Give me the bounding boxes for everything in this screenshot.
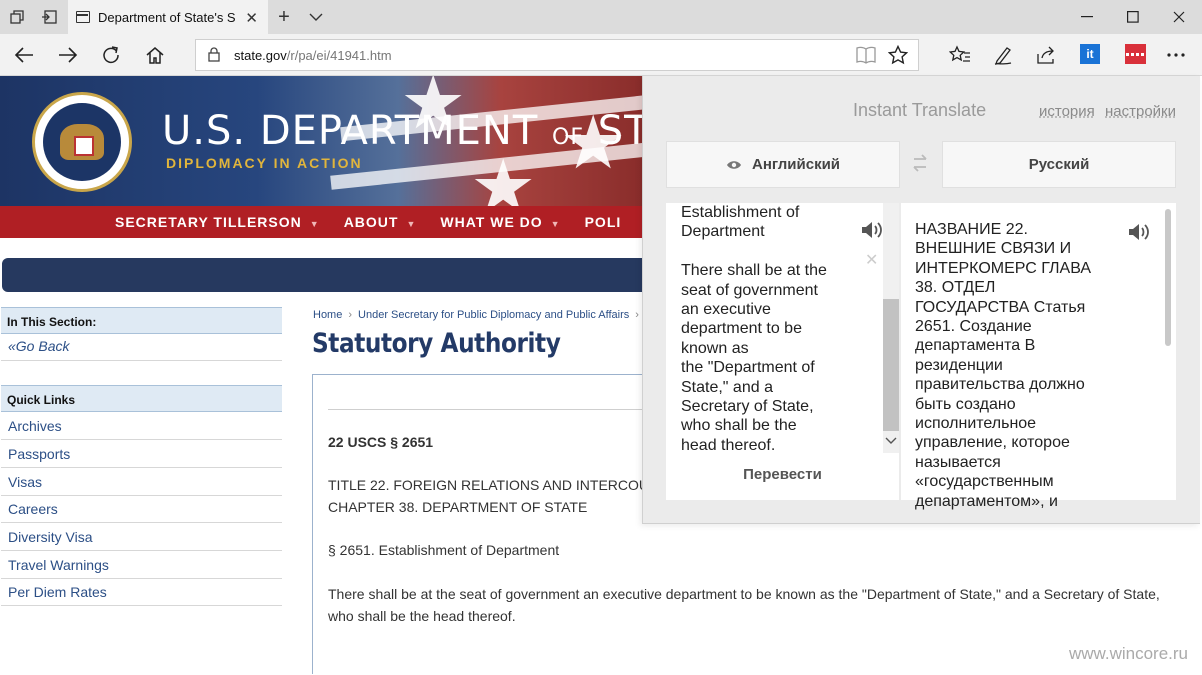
nav-secretary[interactable]: SECRETARY TILLERSON ▼ bbox=[115, 214, 320, 230]
address-bar[interactable]: state.gov/r/pa/ei/41941.htm bbox=[195, 39, 919, 71]
chapter-line: CHAPTER 38. DEPARTMENT OF STATE bbox=[328, 499, 588, 515]
address-path: /r/pa/ei/41941.htm bbox=[286, 47, 392, 63]
page-icon bbox=[76, 11, 90, 23]
site-title-of: OF bbox=[552, 125, 584, 150]
tab-title: Department of State's S bbox=[98, 9, 236, 25]
source-language-label: Английский bbox=[751, 156, 841, 173]
flag-star: ★ bbox=[470, 145, 537, 207]
quick-link-travel-warnings[interactable]: Travel Warnings bbox=[1, 551, 282, 579]
breadcrumb-home[interactable]: Home bbox=[313, 309, 342, 321]
section-heading: In This Section: bbox=[1, 307, 282, 334]
translation-scrollbar[interactable] bbox=[1165, 209, 1171, 346]
body-text-line: There shall be at the seat of government… bbox=[328, 586, 1160, 602]
title-line: TITLE 22. FOREIGN RELATIONS AND INTERCOU… bbox=[328, 477, 669, 493]
watermark: www.wincore.ru bbox=[1068, 644, 1188, 663]
site-title-main: U.S. DEPARTMENT bbox=[162, 108, 539, 154]
section-line: § 2651. Establishment of Department bbox=[328, 542, 560, 558]
quick-link-passports[interactable]: Passports bbox=[1, 440, 282, 468]
breadcrumb: Home › Under Secretary for Public Diplomac… bbox=[313, 309, 645, 321]
maximize-icon[interactable] bbox=[1110, 0, 1156, 34]
share-icon[interactable] bbox=[1033, 43, 1059, 67]
reading-view-icon[interactable] bbox=[856, 46, 876, 64]
nav-about[interactable]: ABOUT ▼ bbox=[344, 214, 417, 230]
speaker-icon[interactable] bbox=[1127, 221, 1153, 243]
extension-red-icon[interactable] bbox=[1122, 42, 1148, 66]
close-window-icon[interactable] bbox=[1156, 0, 1202, 34]
clear-icon[interactable]: ✕ bbox=[865, 250, 878, 270]
target-language-button[interactable]: Русский bbox=[942, 141, 1176, 188]
scroll-down-arrow-icon[interactable] bbox=[885, 437, 897, 445]
quick-links-heading: Quick Links bbox=[1, 385, 282, 412]
page-title: Statutory Authority bbox=[312, 328, 561, 359]
nav-label: POLI bbox=[584, 214, 622, 230]
tab-list-chevron-icon[interactable] bbox=[305, 6, 327, 28]
quick-link-archives[interactable]: Archives bbox=[1, 412, 282, 440]
source-text[interactable]: Establishment of Department There shall … bbox=[681, 203, 861, 455]
breadcrumb-separator: › bbox=[635, 309, 639, 321]
seal-ring bbox=[43, 103, 121, 181]
content-divider bbox=[328, 409, 642, 410]
translate-button[interactable]: Перевести bbox=[666, 466, 899, 494]
browser-tab[interactable]: Department of State's S ✕ bbox=[68, 0, 268, 34]
browser-toolbar: state.gov/r/pa/ei/41941.htm it bbox=[0, 34, 1202, 76]
eye-icon bbox=[726, 160, 742, 170]
web-note-pen-icon[interactable] bbox=[990, 43, 1016, 67]
back-icon[interactable] bbox=[11, 43, 37, 67]
target-language-label: Русский bbox=[1028, 156, 1090, 173]
quick-link-careers[interactable]: Careers bbox=[1, 495, 282, 523]
swap-languages-icon[interactable] bbox=[910, 152, 934, 176]
breadcrumb-under-secretary[interactable]: Under Secretary for Public Diplomacy and… bbox=[358, 309, 629, 321]
home-icon[interactable] bbox=[142, 43, 168, 67]
translation-text: НАЗВАНИЕ 22. ВНЕШНИЕ СВЯЗИ И ИНТЕРКОМЕРС… bbox=[915, 221, 1091, 510]
quick-link-per-diem-rates[interactable]: Per Diem Rates bbox=[1, 578, 282, 606]
divider bbox=[1, 360, 282, 361]
close-tab-icon[interactable]: ✕ bbox=[245, 9, 258, 27]
forward-icon[interactable] bbox=[55, 43, 81, 67]
favorites-hub-icon[interactable] bbox=[947, 43, 973, 67]
department-seal-logo[interactable] bbox=[32, 92, 132, 192]
source-scrollbar-thumb[interactable] bbox=[883, 299, 899, 431]
source-language-button[interactable]: Английский bbox=[666, 141, 900, 188]
browser-title-bar: Department of State's S ✕ + bbox=[0, 0, 1202, 34]
chevron-down-icon: ▼ bbox=[550, 219, 561, 229]
refresh-icon[interactable] bbox=[98, 43, 124, 67]
site-title[interactable]: U.S. DEPARTMENT OF STATE bbox=[162, 108, 723, 154]
nav-label: ABOUT bbox=[343, 214, 399, 230]
site-tagline: DIPLOMACY IN ACTION bbox=[166, 155, 363, 171]
quick-link-visas[interactable]: Visas bbox=[1, 468, 282, 496]
instant-translate-extension-icon[interactable]: it bbox=[1077, 42, 1103, 66]
chevron-down-icon: ▼ bbox=[406, 219, 417, 229]
nav-policy[interactable]: POLI bbox=[585, 214, 622, 230]
go-back-label: Go Back bbox=[15, 338, 70, 354]
lock-icon bbox=[208, 47, 220, 62]
citation: 22 USCS § 2651 bbox=[328, 434, 434, 450]
chevron-down-icon: ▼ bbox=[309, 219, 320, 229]
settings-link[interactable]: настройки bbox=[1105, 103, 1176, 120]
more-options-icon[interactable] bbox=[1163, 43, 1189, 67]
go-back-link[interactable]: «Go Back bbox=[8, 338, 70, 354]
address-domain: state.gov bbox=[234, 47, 287, 63]
quick-link-diversity-visa[interactable]: Diversity Visa bbox=[1, 523, 282, 551]
minimize-icon[interactable] bbox=[1064, 0, 1110, 34]
new-tab-icon[interactable]: + bbox=[273, 6, 295, 28]
breadcrumb-separator: › bbox=[348, 309, 353, 321]
site-main-nav: SECRETARY TILLERSON ▼ ABOUT ▼ WHAT WE DO ▼ … bbox=[0, 206, 642, 238]
body-text-line: who shall be the head thereof. bbox=[328, 608, 516, 624]
nav-label: SECRETARY TILLERSON bbox=[115, 214, 302, 230]
tab-manager-icon[interactable] bbox=[6, 6, 28, 28]
favorite-star-icon[interactable] bbox=[888, 45, 908, 65]
nav-label: WHAT WE DO bbox=[440, 214, 543, 230]
translate-panel-title: Instant Translate bbox=[853, 100, 987, 120]
eagle-emblem bbox=[60, 124, 104, 160]
history-link[interactable]: история bbox=[1039, 103, 1095, 120]
secondary-nav-bar bbox=[2, 258, 642, 292]
nav-what-we-do[interactable]: WHAT WE DO ▼ bbox=[440, 214, 560, 230]
set-aside-tabs-icon[interactable] bbox=[38, 6, 60, 28]
